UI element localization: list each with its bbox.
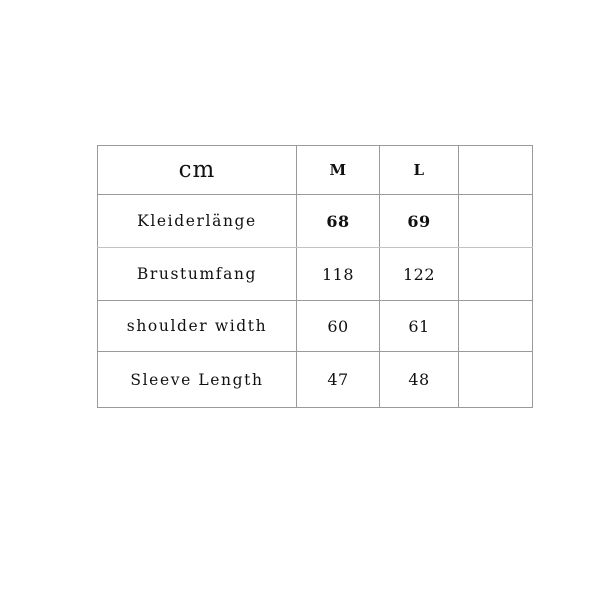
table-row: shoulder width 60 61 (97, 300, 533, 352)
measurement-value-m: 118 (296, 247, 380, 301)
size-header-l: L (379, 145, 459, 195)
measurement-label: Brustumfang (97, 247, 297, 301)
size-header-m: M (296, 145, 380, 195)
measurement-value-l: 48 (379, 351, 459, 408)
table-row: Brustumfang 118 122 (97, 247, 533, 301)
measurement-value-l: 61 (379, 300, 459, 352)
measurement-value-blank (458, 300, 533, 352)
measurement-label: Kleiderlänge (97, 194, 297, 248)
size-chart-table: cm M L Kleiderlänge 68 69 Brustumfang 11… (97, 145, 533, 408)
measurement-value-blank (458, 247, 533, 301)
table-header-row: cm M L (97, 145, 533, 195)
measurement-label: shoulder width (97, 300, 297, 352)
size-header-blank (458, 145, 533, 195)
measurement-value-m: 47 (296, 351, 380, 408)
measurement-value-l: 122 (379, 247, 459, 301)
table-row: Kleiderlänge 68 69 (97, 194, 533, 248)
measurement-value-m: 60 (296, 300, 380, 352)
size-chart-container: cm M L Kleiderlänge 68 69 Brustumfang 11… (97, 145, 533, 408)
unit-header-cell: cm (97, 145, 297, 195)
measurement-label: Sleeve Length (97, 351, 297, 408)
measurement-value-m: 68 (296, 194, 380, 248)
measurement-value-blank (458, 194, 533, 248)
table-row: Sleeve Length 47 48 (97, 351, 533, 408)
measurement-value-l: 69 (379, 194, 459, 248)
measurement-value-blank (458, 351, 533, 408)
